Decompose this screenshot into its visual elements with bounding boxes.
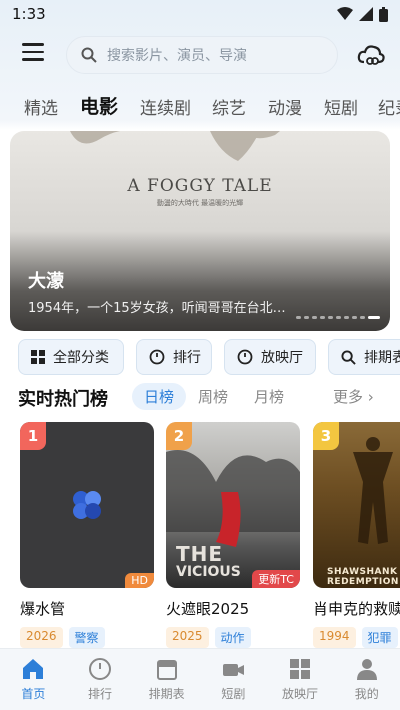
quick-chips: 全部分类 排行 放映厅 排期表 xyxy=(0,339,400,377)
cloud-icon xyxy=(357,45,385,65)
signal-icon xyxy=(359,7,373,21)
banner-description: 1954年，一个15岁女孩，听闻哥哥在台北… xyxy=(28,301,286,316)
chip-ranking[interactable]: 排行 xyxy=(136,339,212,375)
banner-pagination xyxy=(296,316,380,319)
rank-badge: 2 xyxy=(166,422,192,450)
movie-title: 火遮眼2025 xyxy=(166,600,250,618)
grid-icon xyxy=(31,350,45,364)
genre-tag: 警察 xyxy=(68,627,105,648)
movie-card[interactable]: THE VICIOUS 2 更新TC 火遮眼2025 2025 动作 xyxy=(166,422,300,648)
chip-all-categories[interactable]: 全部分类 xyxy=(18,339,124,375)
movie-poster: THE VICIOUS 2 更新TC xyxy=(166,422,300,588)
chip-label: 排行 xyxy=(173,350,201,366)
grid-icon xyxy=(290,659,311,679)
placeholder-logo-icon xyxy=(73,491,101,519)
tab-series[interactable]: 连续剧 xyxy=(140,94,191,119)
banner-title: 大濛 xyxy=(28,271,64,292)
status-time: 1:33 xyxy=(12,5,46,23)
cloud-sync-button[interactable] xyxy=(356,40,386,70)
quality-badge: 更新TC xyxy=(252,570,300,588)
ranking-more-link[interactable]: 更多 › xyxy=(333,386,374,407)
calendar-icon xyxy=(156,660,177,680)
menu-icon xyxy=(22,43,44,46)
menu-button[interactable] xyxy=(22,43,44,63)
poster-text: SHAWSHANK REDEMPTION xyxy=(327,567,399,587)
movie-title: 爆水管 xyxy=(20,600,66,618)
banner-poster-subtitle: 動盪的大時代 最温暖的光輝 xyxy=(156,199,244,207)
nav-home[interactable]: 首页 xyxy=(0,649,67,710)
year-tag: 2025 xyxy=(166,627,209,648)
chip-label: 排期表 xyxy=(364,350,400,366)
year-tag: 2026 xyxy=(20,627,63,648)
movie-card[interactable]: 1 HD 爆水管 2026 警察 xyxy=(20,422,154,648)
genre-tag: 动作 xyxy=(214,627,251,648)
status-icons xyxy=(337,6,388,22)
clock-icon xyxy=(237,349,253,365)
home-icon xyxy=(23,659,44,679)
ranking-tab-weekly[interactable]: 周榜 xyxy=(198,386,228,407)
search-input[interactable]: 搜索影片、演员、导演 xyxy=(66,36,338,74)
nav-schedule[interactable]: 排期表 xyxy=(133,649,200,710)
tab-featured[interactable]: 精选 xyxy=(24,94,58,119)
top-bar: 搜索影片、演员、导演 xyxy=(0,34,400,74)
search-placeholder: 搜索影片、演员、导演 xyxy=(107,48,247,64)
chip-label: 全部分类 xyxy=(53,350,109,366)
bottom-nav: 首页 排行 排期表 短剧 放映厅 我的 xyxy=(0,648,400,710)
poster-text: THE xyxy=(176,542,224,566)
banner-poster-title: A FOGGY TALE xyxy=(127,176,273,196)
user-icon xyxy=(356,659,377,680)
genre-tag: 犯罪 xyxy=(361,627,398,648)
movie-title: 肖申克的救赎 xyxy=(313,600,400,618)
poster-text: VICIOUS xyxy=(176,564,241,580)
rank-badge: 1 xyxy=(20,422,46,450)
clock-icon xyxy=(149,349,165,365)
nav-profile[interactable]: 我的 xyxy=(333,649,400,710)
featured-banner[interactable]: A FOGGY TALE 動盪的大時代 最温暖的光輝 大濛 1954年，一个15… xyxy=(10,131,390,331)
clock-icon xyxy=(89,658,111,680)
year-tag: 1994 xyxy=(313,627,356,648)
ranking-title: 实时热门榜 xyxy=(18,389,108,410)
ranking-tab-monthly[interactable]: 月榜 xyxy=(254,386,284,407)
battery-icon xyxy=(379,6,388,22)
nav-short-drama[interactable]: 短剧 xyxy=(200,649,267,710)
tab-variety[interactable]: 综艺 xyxy=(212,94,246,119)
chip-label: 放映厅 xyxy=(261,350,303,366)
tab-documentary[interactable]: 纪录 xyxy=(378,94,400,119)
movie-poster: SHAWSHANK REDEMPTION 3 xyxy=(313,422,400,588)
nav-theater[interactable]: 放映厅 xyxy=(267,649,334,710)
tab-anime[interactable]: 动漫 xyxy=(268,94,302,119)
ranking-header: 实时热门榜 日榜 周榜 月榜 更多 › xyxy=(0,383,400,413)
chip-schedule[interactable]: 排期表 xyxy=(328,339,400,375)
wifi-icon xyxy=(337,7,353,20)
movie-poster: 1 HD xyxy=(20,422,154,588)
ranking-cards: 1 HD 爆水管 2026 警察 THE VICIOUS 2 更新TC 火遮眼20… xyxy=(0,422,400,648)
status-bar: 1:33 xyxy=(0,0,400,28)
tab-short-drama[interactable]: 短剧 xyxy=(324,94,358,119)
category-tabs: 精选 电影 连续剧 综艺 动漫 短剧 纪录 xyxy=(0,86,400,126)
rank-badge: 3 xyxy=(313,422,339,450)
search-icon xyxy=(341,349,356,365)
nav-ranking[interactable]: 排行 xyxy=(67,649,134,710)
ranking-tab-daily[interactable]: 日榜 xyxy=(132,383,187,410)
video-icon xyxy=(223,664,245,676)
movie-card[interactable]: SHAWSHANK REDEMPTION 3 肖申克的救赎 1994 犯罪 xyxy=(313,422,400,648)
chip-theater[interactable]: 放映厅 xyxy=(224,339,316,375)
app-screen: 1:33 搜索影片、演员、导演 精选 电影 连续剧 综艺 动漫 短剧 纪录 A … xyxy=(0,0,400,710)
chevron-right-icon: › xyxy=(367,388,374,406)
quality-badge: HD xyxy=(125,573,154,588)
banner-ink-art xyxy=(70,131,280,161)
search-icon xyxy=(81,47,97,63)
tab-movies[interactable]: 电影 xyxy=(80,92,118,119)
